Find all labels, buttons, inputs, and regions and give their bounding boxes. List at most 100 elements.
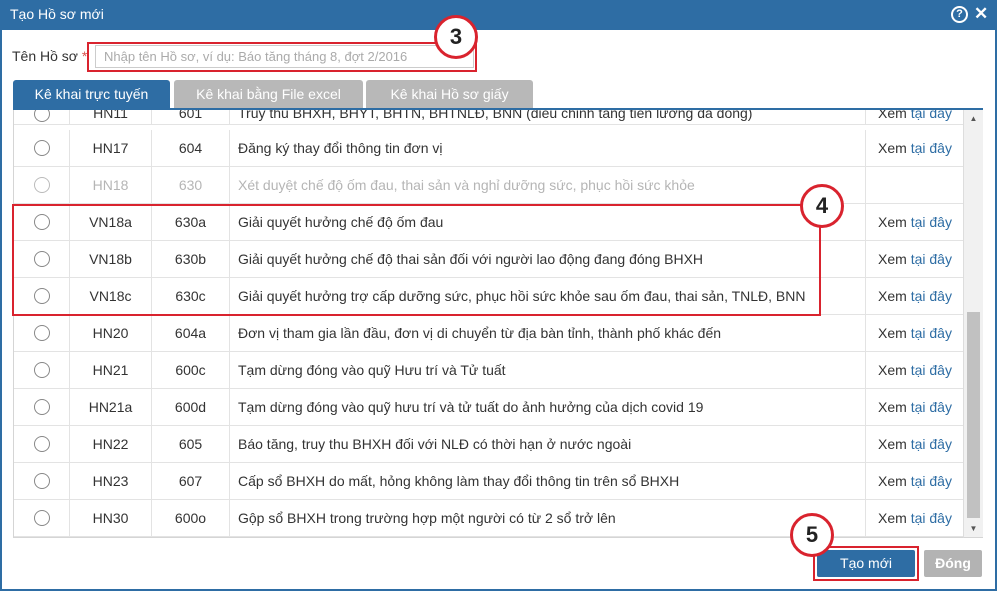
radio-button[interactable] <box>33 324 50 341</box>
form-number: 630 <box>152 167 230 203</box>
procedure-code: HN23 <box>70 463 152 499</box>
procedure-description: Cấp sổ BHXH do mất, hỏng không làm thay … <box>230 463 866 499</box>
guide-link-prefix: Xem <box>878 214 907 230</box>
name-field-highlight <box>87 42 477 72</box>
record-name-label: Tên Hồ sơ * <box>12 48 87 64</box>
procedure-description: Đăng ký thay đổi thông tin đơn vị <box>230 130 866 166</box>
procedure-code: HN20 <box>70 315 152 351</box>
procedure-code: HN11 <box>70 110 152 124</box>
radio-cell[interactable] <box>14 426 70 462</box>
radio-button[interactable] <box>33 398 50 415</box>
form-number: 600c <box>152 352 230 388</box>
guide-link[interactable]: tại đây <box>911 214 952 230</box>
guide-link-prefix: Xem <box>878 362 907 378</box>
guide-link-prefix: Xem <box>878 325 907 341</box>
radio-button[interactable] <box>33 139 50 156</box>
procedure-description: Xét duyệt chế độ ốm đau, thai sản và ngh… <box>230 167 866 203</box>
guide-link-prefix: Xem <box>878 473 907 489</box>
radio-cell[interactable] <box>14 110 70 124</box>
procedure-description: Đơn vị tham gia lần đầu, đơn vị di chuyể… <box>230 315 866 351</box>
tab-online-declaration[interactable]: Kê khai trực tuyến <box>13 80 170 109</box>
guide-link-cell[interactable]: Xem tại đây <box>866 500 963 536</box>
procedure-grid: HN11 601 Truy thu BHXH, BHYT, BHTN, BHTN… <box>13 110 963 538</box>
guide-link[interactable]: tại đây <box>911 251 952 267</box>
dialog-title: Tạo Hồ sơ mới <box>10 6 104 22</box>
guide-link-prefix: Xem <box>878 140 907 156</box>
radio-cell[interactable] <box>14 130 70 166</box>
guide-link[interactable]: tại đây <box>911 288 952 304</box>
form-number: 605 <box>152 426 230 462</box>
table-row[interactable]: HN17 604 Đăng ký thay đổi thông tin đơn … <box>14 130 963 167</box>
guide-link-cell[interactable]: Xem tại đây <box>866 315 963 351</box>
guide-link-prefix: Xem <box>878 251 907 267</box>
form-number: 600o <box>152 500 230 536</box>
table-row[interactable]: HN20 604a Đơn vị tham gia lần đầu, đơn v… <box>14 315 963 352</box>
table-row[interactable]: HN21a 600d Tạm dừng đóng vào quỹ hưu trí… <box>14 389 963 426</box>
procedure-code: HN22 <box>70 426 152 462</box>
radio-cell[interactable] <box>14 389 70 425</box>
guide-link[interactable]: tại đây <box>911 473 952 489</box>
form-number: 604 <box>152 130 230 166</box>
guide-link-cell[interactable]: Xem tại đây <box>866 204 963 240</box>
form-number: 604a <box>152 315 230 351</box>
radio-button[interactable] <box>33 361 50 378</box>
radio-cell[interactable] <box>14 463 70 499</box>
step-5-callout: 5 <box>790 513 834 557</box>
procedure-description: Báo tăng, truy thu BHXH đối với NLĐ có t… <box>230 426 866 462</box>
tab-excel-declaration[interactable]: Kê khai bằng File excel <box>174 80 363 109</box>
close-icon[interactable]: ✕ <box>974 4 988 24</box>
guide-link[interactable]: tại đây <box>911 110 952 121</box>
guide-link[interactable]: tại đây <box>911 362 952 378</box>
guide-link[interactable]: tại đây <box>911 399 952 415</box>
procedure-description: Tạm dừng đóng vào quỹ Hưu trí và Tử tuất <box>230 352 866 388</box>
radio-cell[interactable] <box>14 352 70 388</box>
guide-link[interactable]: tại đây <box>911 325 952 341</box>
guide-link-cell[interactable]: Xem tại đây <box>866 389 963 425</box>
procedure-description: Tạm dừng đóng vào quỹ hưu trí và tử tuất… <box>230 389 866 425</box>
radio-cell[interactable] <box>14 500 70 536</box>
close-button[interactable]: Đóng <box>924 550 982 577</box>
radio-button <box>33 176 50 193</box>
guide-link-cell <box>866 167 963 203</box>
guide-link-prefix: Xem <box>878 510 907 526</box>
guide-link-prefix: Xem <box>878 288 907 304</box>
scroll-down-arrow-icon[interactable]: ▼ <box>964 520 983 538</box>
help-icon[interactable]: ? <box>951 6 968 23</box>
table-row[interactable]: HN22 605 Báo tăng, truy thu BHXH đối với… <box>14 426 963 463</box>
radio-button[interactable] <box>33 509 50 526</box>
form-number: 607 <box>152 463 230 499</box>
table-row[interactable]: HN23 607 Cấp sổ BHXH do mất, hỏng không … <box>14 463 963 500</box>
guide-link[interactable]: tại đây <box>911 140 952 156</box>
guide-link-cell[interactable]: Xem tại đây <box>866 110 963 124</box>
guide-link-cell[interactable]: Xem tại đây <box>866 278 963 314</box>
grid-scrollbar[interactable]: ▲ ▼ <box>963 110 983 538</box>
guide-link-cell[interactable]: Xem tại đây <box>866 352 963 388</box>
create-button-highlight <box>813 546 919 581</box>
radio-button[interactable] <box>33 435 50 452</box>
table-row[interactable]: HN21 600c Tạm dừng đóng vào quỹ Hưu trí … <box>14 352 963 389</box>
guide-link-prefix: Xem <box>878 436 907 452</box>
step-4-callout: 4 <box>800 184 844 228</box>
tab-paper-declaration[interactable]: Kê khai Hồ sơ giấy <box>366 80 533 109</box>
procedure-code: HN30 <box>70 500 152 536</box>
procedure-code: HN21a <box>70 389 152 425</box>
guide-link-cell[interactable]: Xem tại đây <box>866 463 963 499</box>
radio-cell[interactable] <box>14 315 70 351</box>
guide-link-cell[interactable]: Xem tại đây <box>866 426 963 462</box>
guide-link-cell[interactable]: Xem tại đây <box>866 130 963 166</box>
table-row[interactable]: HN11 601 Truy thu BHXH, BHYT, BHTN, BHTN… <box>14 110 963 125</box>
guide-link[interactable]: tại đây <box>911 510 952 526</box>
step-3-callout: 3 <box>434 15 478 59</box>
radio-button[interactable] <box>33 110 50 122</box>
guide-link-prefix: Xem <box>878 110 907 121</box>
procedure-description: Truy thu BHXH, BHYT, BHTN, BHTNLĐ, BNN (… <box>230 110 866 124</box>
guide-link-cell[interactable]: Xem tại đây <box>866 241 963 277</box>
dialog-title-bar: Tạo Hồ sơ mới ? ✕ <box>0 0 997 30</box>
scroll-up-arrow-icon[interactable]: ▲ <box>964 110 983 128</box>
procedure-code: HN21 <box>70 352 152 388</box>
radio-button[interactable] <box>33 472 50 489</box>
rows-highlight <box>12 204 821 316</box>
procedure-code: HN18 <box>70 167 152 203</box>
guide-link[interactable]: tại đây <box>911 436 952 452</box>
scroll-thumb[interactable] <box>967 312 980 518</box>
